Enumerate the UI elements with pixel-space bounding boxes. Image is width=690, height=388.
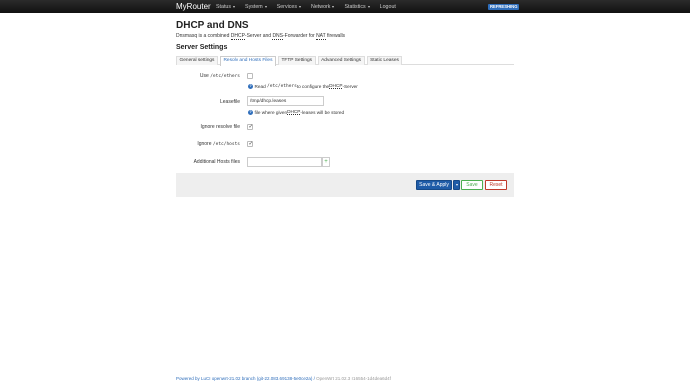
help-text: Read xyxy=(254,83,266,89)
chevron-down-icon xyxy=(233,5,236,8)
use-ethers-help: ? Read /etc/ethers to configure the DHCP… xyxy=(248,83,358,89)
help-icon: ? xyxy=(248,83,253,89)
page-title: DHCP and DNS xyxy=(176,20,249,31)
menu-statistics[interactable]: Statistics xyxy=(344,3,370,10)
main-menu: Status System Services Network Statistic… xyxy=(216,0,406,13)
use-ethers-label: Use /etc/ethers xyxy=(176,73,240,79)
tab-resolv-and-hosts-files[interactable]: Resolv and Hosts Files xyxy=(219,56,276,66)
help-text: file where given xyxy=(254,109,288,115)
help-code: /etc/ethers xyxy=(267,83,297,89)
ignore-hosts-checkbox[interactable] xyxy=(247,141,253,147)
use-ethers-checkbox[interactable] xyxy=(247,73,253,79)
additional-hosts-input[interactable] xyxy=(247,157,322,167)
menu-services[interactable]: Services xyxy=(276,3,302,10)
ignore-resolve-checkbox[interactable] xyxy=(247,124,253,130)
section-tabs: General settings Resolv and Hosts Files … xyxy=(176,56,514,66)
chevron-down-icon xyxy=(264,5,267,8)
leasefile-label: Leasefile xyxy=(219,99,240,105)
chevron-down-icon xyxy=(299,5,302,8)
menu-system-label: System xyxy=(245,3,263,10)
desc-text: Dnsmasq is a combined xyxy=(176,33,231,39)
help-text: to configure the xyxy=(296,83,330,89)
help-text: -Server xyxy=(342,83,358,89)
abbr-dhcp: DHCP xyxy=(230,33,245,40)
leasefile-help: ? file where given DHCP -leases will be s… xyxy=(248,109,344,115)
tab-advanced-settings[interactable]: Advanced Settings xyxy=(317,56,365,65)
label-text: Ignore xyxy=(197,141,213,147)
abbr-dhcp: DHCP xyxy=(329,83,343,89)
tab-static-leases[interactable]: Static Leases xyxy=(366,56,403,65)
abbr-dns: DNS xyxy=(272,33,283,40)
menu-network[interactable]: Network xyxy=(311,3,335,10)
ignore-resolve-label: Ignore resolve file xyxy=(200,124,240,130)
menu-status[interactable]: Status xyxy=(216,3,236,10)
label-text: Use xyxy=(199,73,211,79)
abbr-dhcp: DHCP xyxy=(287,109,301,115)
reset-button[interactable]: Reset xyxy=(485,180,507,190)
label-code: /etc/ethers xyxy=(210,74,240,79)
brand-logo[interactable]: MyRouter xyxy=(176,1,211,12)
menu-network-label: Network xyxy=(311,3,331,10)
add-hosts-file-button[interactable]: + xyxy=(322,157,330,167)
desc-text: -Server and xyxy=(244,33,273,39)
additional-hosts-label: Additional Hosts files xyxy=(193,159,240,165)
menu-status-label: Status xyxy=(216,3,232,10)
menu-logout[interactable]: Logout xyxy=(380,4,396,10)
footer-version: OpenWrt 21.02.3 r16554-1d4dea6d4f xyxy=(316,376,391,381)
leasefile-input[interactable]: /tmp/dhcp.leases xyxy=(247,96,324,106)
menu-system[interactable]: System xyxy=(245,4,267,10)
footer: Powered by LuCI openwrt-21.02 branch (gi… xyxy=(176,376,391,381)
tab-general-settings[interactable]: General settings xyxy=(176,56,218,65)
page-description: Dnsmasq is a combined DHCP-Server and DN… xyxy=(176,33,346,40)
help-text: -leases will be stored xyxy=(300,109,345,115)
save-apply-button[interactable]: Save & Apply xyxy=(416,180,452,190)
tab-tftp-settings[interactable]: TFTP Settings xyxy=(278,56,316,65)
status-badge[interactable]: REFRESHING xyxy=(488,3,520,10)
menu-services-label: Services xyxy=(276,3,298,10)
menu-logout-label: Logout xyxy=(379,3,396,10)
label-code: /etc/hosts xyxy=(212,142,240,147)
section-title: Server Settings xyxy=(176,44,228,51)
desc-text: firewalls xyxy=(325,33,346,39)
abbr-nat: NAT xyxy=(316,33,326,40)
action-bar: Save & Apply Save Reset xyxy=(176,173,514,197)
chevron-down-icon xyxy=(332,5,335,8)
save-apply-dropdown[interactable] xyxy=(452,180,460,190)
menu-statistics-label: Statistics xyxy=(344,3,366,10)
ignore-hosts-label: Ignore /etc/hosts xyxy=(176,141,240,147)
desc-text: -Forwarder for xyxy=(283,33,317,39)
chevron-down-icon xyxy=(367,5,370,8)
chevron-down-icon xyxy=(455,183,458,186)
save-button[interactable]: Save xyxy=(461,180,483,190)
help-icon: ? xyxy=(248,109,253,115)
top-navbar: MyRouter Status System Services Network … xyxy=(0,0,690,13)
footer-link[interactable]: Powered by LuCI openwrt-21.02 branch (gi… xyxy=(176,376,312,381)
